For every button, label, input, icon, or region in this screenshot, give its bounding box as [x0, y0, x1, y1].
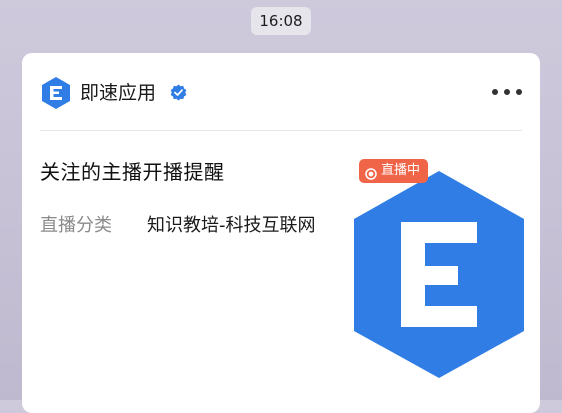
more-dot: [492, 89, 498, 95]
live-record-icon: [365, 165, 377, 180]
timestamp-pill: 16:08: [251, 7, 311, 35]
more-dot: [504, 89, 510, 95]
live-category-label: 直播分类: [40, 215, 112, 236]
more-dots-icon[interactable]: [490, 81, 524, 103]
live-status-badge: 直播中: [359, 159, 429, 183]
app-name[interactable]: 即速应用: [80, 80, 156, 106]
live-cover-image[interactable]: [354, 153, 524, 378]
header-divider: [40, 130, 522, 131]
jisu-app-logo-icon[interactable]: [40, 76, 72, 110]
card-header: 即速应用: [22, 53, 540, 131]
jisu-cover-logo-icon: [354, 171, 524, 378]
live-category-value: 知识教培-科技互联网: [147, 215, 316, 236]
notification-card[interactable]: 即速应用 关注的主播开播提醒 直播分类 知识教培-科技互联网 直播中: [22, 53, 540, 413]
more-dot: [516, 89, 522, 95]
verified-badge-icon: [170, 84, 187, 101]
live-badge-label: 直播中: [381, 163, 421, 178]
notification-title: 关注的主播开播提醒: [40, 160, 225, 184]
